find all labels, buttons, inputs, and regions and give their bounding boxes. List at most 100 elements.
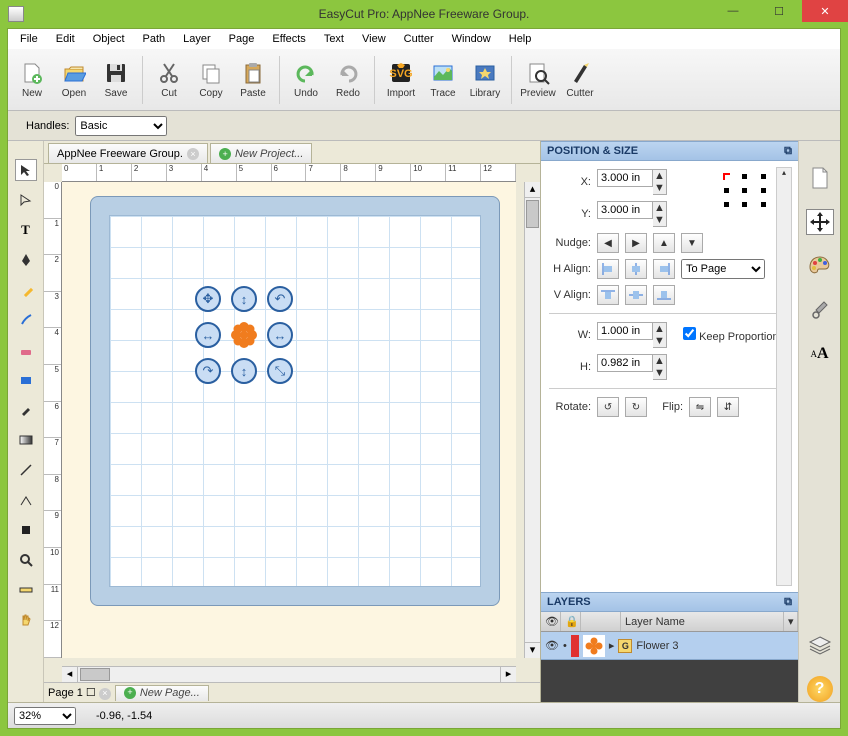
toolbar-redo-button[interactable]: Redo <box>328 52 368 108</box>
toolbar-undo-button[interactable]: Undo <box>286 52 326 108</box>
measure-tool[interactable] <box>15 579 37 601</box>
nudge-left-button[interactable]: ◀ <box>597 233 619 253</box>
layers-menu-icon[interactable]: ▾ <box>784 612 798 631</box>
tab-document-1[interactable]: AppNee Freeware Group.× <box>48 143 208 163</box>
position-panel-button[interactable] <box>806 209 834 235</box>
zoom-select[interactable]: 32% <box>14 707 76 725</box>
toolbar-cutter-button[interactable]: Cutter <box>560 52 600 108</box>
scrollbar-horizontal[interactable]: ◂▸ <box>62 666 516 682</box>
handle-stretch-v-icon[interactable]: ↕ <box>231 286 257 312</box>
toolbar-cut-button[interactable]: Cut <box>149 52 189 108</box>
w-input[interactable] <box>597 322 653 340</box>
knife-tool[interactable] <box>15 459 37 481</box>
hand-tool[interactable] <box>15 609 37 631</box>
menu-edit[interactable]: Edit <box>48 31 83 47</box>
nudge-up-button[interactable]: ▲ <box>653 233 675 253</box>
halign-left-button[interactable] <box>597 259 619 279</box>
layer-color-swatch[interactable] <box>571 635 579 657</box>
toolbar-new-button[interactable]: New <box>12 52 52 108</box>
align-to-select[interactable]: To Page <box>681 259 765 279</box>
toolbar-import-button[interactable]: SVGImport <box>381 52 421 108</box>
brush-tool[interactable] <box>15 309 37 331</box>
position-size-header[interactable]: POSITION & SIZE⧉ <box>541 141 798 161</box>
toolbar-trace-button[interactable]: Trace <box>423 52 463 108</box>
menu-cutter[interactable]: Cutter <box>396 31 442 47</box>
x-input[interactable] <box>597 169 653 187</box>
expand-layer-icon[interactable]: ▸ <box>609 639 615 652</box>
rotate-ccw-button[interactable]: ↺ <box>597 397 619 417</box>
gradient-tool[interactable] <box>15 429 37 451</box>
y-input[interactable] <box>597 201 653 219</box>
halign-center-button[interactable] <box>625 259 647 279</box>
layers-header[interactable]: LAYERS⧉ <box>541 592 798 612</box>
panel-scrollbar[interactable]: ▴ <box>776 167 792 586</box>
color-panel-button[interactable] <box>806 253 834 279</box>
maximize-button[interactable]: ☐ <box>756 0 802 22</box>
menu-path[interactable]: Path <box>135 31 174 47</box>
text-panel-button[interactable]: AA <box>806 341 834 367</box>
keep-proportions-checkbox[interactable] <box>683 327 696 340</box>
handle-stretch-v-icon[interactable]: ↕ <box>231 358 257 384</box>
layer-row[interactable]: 👁 • ▸ G Flower 3 <box>541 632 798 660</box>
eraser-tool[interactable] <box>15 339 37 361</box>
ruler-vertical[interactable]: 0123456789101112 <box>44 182 62 658</box>
ruler-horizontal[interactable]: 0123456789101112 <box>62 164 516 182</box>
crop-tool[interactable] <box>15 519 37 541</box>
shape-tool[interactable] <box>15 369 37 391</box>
menu-help[interactable]: Help <box>501 31 540 47</box>
zoom-tool[interactable] <box>15 549 37 571</box>
halign-right-button[interactable] <box>653 259 675 279</box>
close-tab-icon[interactable]: × <box>187 148 199 160</box>
toolbar-preview-button[interactable]: Preview <box>518 52 558 108</box>
layers-panel-button[interactable] <box>806 632 834 658</box>
text-tool[interactable]: T <box>15 219 37 241</box>
eyedropper-tool[interactable] <box>15 399 37 421</box>
nudge-down-button[interactable]: ▼ <box>681 233 703 253</box>
valign-bottom-button[interactable] <box>653 285 675 305</box>
line-tool[interactable] <box>15 489 37 511</box>
scrollbar-vertical[interactable]: ▴▾ <box>524 182 540 658</box>
rotate-cw-button[interactable]: ↻ <box>625 397 647 417</box>
page-tab[interactable]: Page 1 ☐ × <box>48 686 111 700</box>
toolbar-copy-button[interactable]: Copy <box>191 52 231 108</box>
menu-text[interactable]: Text <box>316 31 352 47</box>
pencil-tool[interactable] <box>15 279 37 301</box>
selected-object[interactable]: ✥ ↕ ↶ ↔ ↔ ↷ ↕ ⤡ <box>195 286 293 384</box>
canvas[interactable]: ✥ ↕ ↶ ↔ ↔ ↷ ↕ ⤡ <box>62 182 516 658</box>
menu-layer[interactable]: Layer <box>175 31 219 47</box>
handle-scale-icon[interactable]: ⤡ <box>267 358 293 384</box>
toolbar-save-button[interactable]: Save <box>96 52 136 108</box>
toolbar-open-button[interactable]: Open <box>54 52 94 108</box>
toolbar-library-button[interactable]: Library <box>465 52 505 108</box>
menu-view[interactable]: View <box>354 31 394 47</box>
new-page-tab[interactable]: + New Page... <box>115 685 209 701</box>
handle-stretch-h-icon[interactable]: ↔ <box>267 322 293 348</box>
handle-move-icon[interactable]: ✥ <box>195 286 221 312</box>
properties-panel-button[interactable] <box>806 297 834 323</box>
valign-top-button[interactable] <box>597 285 619 305</box>
minimize-button[interactable]: — <box>710 0 756 22</box>
handle-stretch-h-icon[interactable]: ↔ <box>195 322 221 348</box>
edit-points-tool[interactable] <box>15 189 37 211</box>
toolbar-paste-button[interactable]: Paste <box>233 52 273 108</box>
help-button[interactable]: ? <box>807 676 833 702</box>
close-button[interactable]: ✕ <box>802 0 848 22</box>
menu-page[interactable]: Page <box>221 31 263 47</box>
tab-new-project[interactable]: +New Project... <box>210 143 312 163</box>
panel-popout-icon[interactable]: ⧉ <box>784 145 792 158</box>
anchor-grid[interactable] <box>717 169 773 211</box>
panel-popout-icon[interactable]: ⧉ <box>784 596 792 609</box>
visibility-toggle-icon[interactable]: 👁 <box>545 639 559 652</box>
h-input[interactable] <box>597 354 653 372</box>
nudge-right-button[interactable]: ▶ <box>625 233 647 253</box>
pen-tool[interactable] <box>15 249 37 271</box>
menu-effects[interactable]: Effects <box>264 31 313 47</box>
menu-window[interactable]: Window <box>444 31 499 47</box>
handle-rotate-icon[interactable]: ↶ <box>267 286 293 312</box>
lock-toggle[interactable]: • <box>563 640 567 652</box>
valign-middle-button[interactable] <box>625 285 647 305</box>
layer-name[interactable]: Flower 3 <box>636 640 678 652</box>
select-tool[interactable] <box>15 159 37 181</box>
handle-rotate-icon[interactable]: ↷ <box>195 358 221 384</box>
menu-file[interactable]: File <box>12 31 46 47</box>
